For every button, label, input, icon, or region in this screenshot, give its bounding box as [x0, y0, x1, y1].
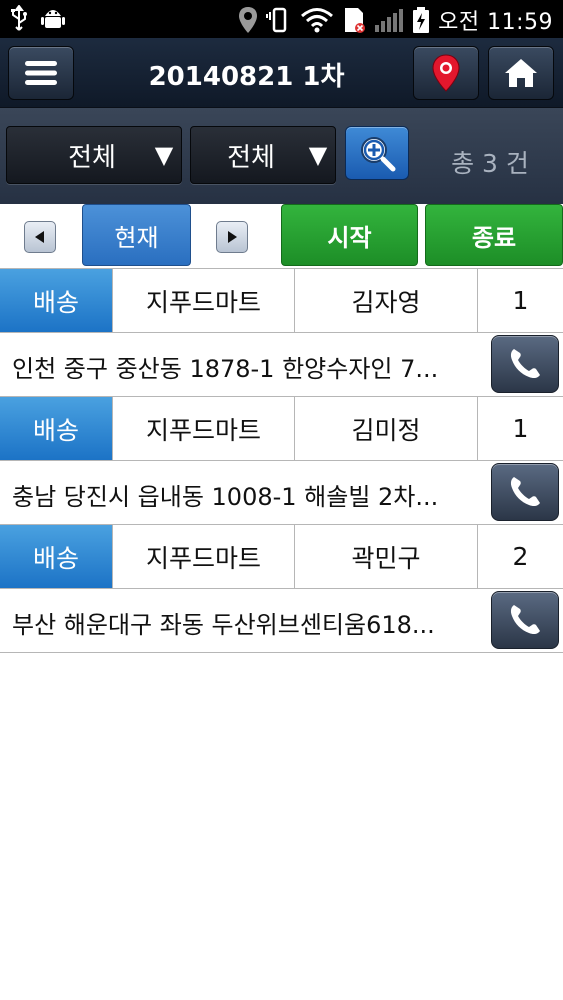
- dropdown-arrow-icon: ▼: [308, 141, 328, 169]
- title-bar: 20140821 1차: [0, 38, 563, 108]
- store-name: 지푸드마트: [113, 397, 295, 460]
- total-count: 총 3 건: [451, 149, 529, 178]
- page-title: 20140821 1차: [148, 62, 345, 92]
- status-select[interactable]: 전체 ▼: [190, 126, 336, 184]
- list-divider: [0, 652, 563, 653]
- location-button[interactable]: [413, 46, 479, 100]
- phone-icon: [510, 605, 540, 635]
- status-time: 오전 11:59: [438, 10, 553, 35]
- triangle-right-icon: [228, 231, 237, 243]
- start-button[interactable]: 시작: [281, 204, 418, 266]
- home-button[interactable]: [488, 46, 554, 100]
- table-row[interactable]: 배송 지푸드마트 김자영 1: [0, 268, 563, 332]
- battery-charging-icon: [413, 7, 430, 33]
- order-type: 배송: [0, 525, 113, 588]
- address-text: 충남 당진시 읍내동 1008-1 해솔빌 2차...: [12, 483, 439, 511]
- dropdown-arrow-icon: ▼: [154, 141, 174, 169]
- order-type: 배송: [0, 397, 113, 460]
- menu-button[interactable]: [8, 46, 74, 100]
- store-name: 지푸드마트: [113, 269, 295, 332]
- home-icon: [505, 59, 537, 87]
- item-count: 1: [512, 414, 529, 443]
- order-type: 배송: [0, 269, 113, 332]
- hamburger-menu-icon: [25, 61, 57, 85]
- phone-icon: [510, 477, 540, 507]
- call-button[interactable]: [491, 463, 559, 521]
- filter-bar: 전체 ▼ 전체 ▼ 총 3 건: [0, 108, 563, 204]
- item-count: 1: [512, 286, 529, 315]
- category-select[interactable]: 전체 ▼: [6, 126, 182, 184]
- android-debug-icon: [41, 10, 65, 28]
- address-text: 인천 중구 중산동 1878-1 한양수자인 7...: [12, 355, 439, 383]
- order-list: 배송 지푸드마트 김자영 1 인천 중구 중산동 1878-1 한양수자인 7.…: [0, 268, 563, 653]
- triangle-left-icon: [35, 231, 44, 243]
- location-pin-icon: [239, 7, 258, 33]
- call-button[interactable]: [491, 591, 559, 649]
- status-select-value: 전체: [227, 142, 275, 173]
- search-button[interactable]: [345, 126, 409, 180]
- current-button[interactable]: 현재: [82, 204, 191, 266]
- signal-icon: [375, 9, 404, 32]
- customer-name: 김미정: [295, 397, 478, 460]
- end-button[interactable]: 종료: [425, 204, 563, 266]
- next-button[interactable]: [216, 221, 248, 253]
- address-row[interactable]: 인천 중구 중산동 1878-1 한양수자인 7...: [0, 332, 563, 396]
- table-row[interactable]: 배송 지푸드마트 곽민구 2: [0, 524, 563, 588]
- map-pin-icon: [432, 54, 460, 92]
- wifi-icon: [301, 8, 334, 33]
- call-button[interactable]: [491, 335, 559, 393]
- address-row[interactable]: 충남 당진시 읍내동 1008-1 해솔빌 2차...: [0, 460, 563, 524]
- prev-button[interactable]: [24, 221, 56, 253]
- status-bar: 오전 11:59: [0, 0, 563, 38]
- item-count: 2: [512, 542, 529, 571]
- sim-icon: [345, 8, 366, 33]
- address-row[interactable]: 부산 해운대구 좌동 두산위브센티움618...: [0, 588, 563, 652]
- category-select-value: 전체: [68, 142, 116, 173]
- address-text: 부산 해운대구 좌동 두산위브센티움618...: [12, 611, 435, 639]
- zoom-search-icon: [361, 137, 396, 172]
- store-name: 지푸드마트: [113, 525, 295, 588]
- usb-icon: [11, 5, 27, 31]
- phone-icon: [510, 349, 540, 379]
- control-bar: 현재 시작 종료: [0, 204, 563, 268]
- vibrate-icon: [266, 7, 287, 33]
- table-row[interactable]: 배송 지푸드마트 김미정 1: [0, 396, 563, 460]
- customer-name: 곽민구: [295, 525, 478, 588]
- customer-name: 김자영: [295, 269, 478, 332]
